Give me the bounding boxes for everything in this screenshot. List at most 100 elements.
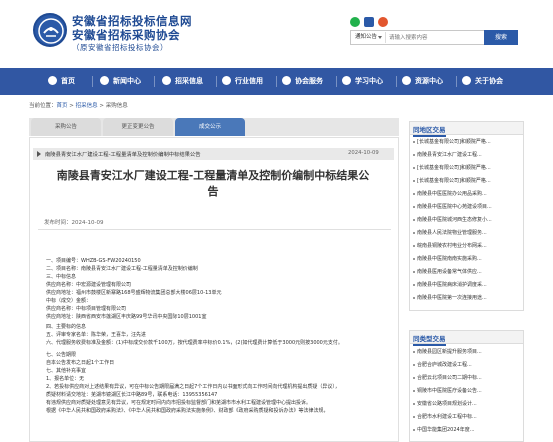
body-line: 供应商地址：福州市鼓楼区新寨路168号盛辉物流集团总部大楼06层10-13单元 bbox=[46, 290, 222, 296]
divider bbox=[38, 229, 391, 230]
body-line: 一、项目编号：WHZB-GS-FW20240150 bbox=[46, 258, 141, 264]
nav-divider bbox=[276, 76, 277, 87]
sidebar-link[interactable]: 铜陵市中医院医疗设备公告... bbox=[413, 387, 521, 394]
nav-divider bbox=[216, 76, 217, 87]
study-icon bbox=[342, 75, 351, 85]
tab-procurement-notice[interactable]: 采购公告 bbox=[31, 118, 101, 136]
sidebar-link[interactable]: [长城基金有限公司]和顺院严格... bbox=[413, 164, 521, 171]
sidebar-link[interactable]: 南陵县中医院城河西生态修复小... bbox=[413, 216, 521, 223]
nav-item-credit[interactable]: 行业信用 bbox=[222, 68, 263, 95]
nav-item-home[interactable]: 首页 bbox=[48, 68, 75, 95]
nav-label: 首页 bbox=[61, 77, 75, 85]
nav-label: 行业信用 bbox=[235, 77, 263, 85]
sidebar-link[interactable]: 安徽省公路项目规划设计... bbox=[413, 400, 521, 407]
home-icon bbox=[48, 75, 57, 85]
body-line: 有违规供应商对质疑处理意见有异议，可在规定时间内向市招投标监督部门和芜湖市市水利… bbox=[46, 400, 312, 406]
body-line: 二、项目名称：南陵县青安江水厂建设工程-工程量清单及控制价编制 bbox=[46, 266, 198, 272]
sidebar-link[interactable]: 皖南县铜陵农村电业分布网采... bbox=[413, 242, 521, 249]
breadcrumb-home-link[interactable]: 首页 bbox=[57, 103, 68, 109]
sidebar-link[interactable]: 南陵县人民法院物业管理服务... bbox=[413, 229, 521, 236]
article-title-line1: 南陵县青安江水厂建设工程-工程量清单及控制价编制中标结果公 bbox=[56, 169, 370, 182]
sidebar-link[interactable]: 南陵县中医院第一次连接用途... bbox=[413, 294, 521, 301]
tab-deal-publicity[interactable]: 成交公示 bbox=[175, 118, 245, 136]
body-line: 2、若投标供应商对上述结果有异议，可在中标公告期限届满之日起7个工作日内以书面形… bbox=[46, 384, 340, 390]
nav-divider bbox=[336, 76, 337, 87]
nav-item-resource[interactable]: 资源中心 bbox=[402, 68, 443, 95]
sidebar-link[interactable]: 南陵县中医院病床消护调度采... bbox=[413, 281, 521, 288]
mobile-icon[interactable] bbox=[364, 17, 374, 27]
body-line: 供应商地址：陕西省西安市莲湖区丰庆路99号华讯中央国际10层1001室 bbox=[46, 314, 207, 320]
sidebar-link[interactable]: 南陵县医用设备常气体供应... bbox=[413, 268, 521, 275]
sidebar-link[interactable]: [长城基金有限公司]和顺院严格... bbox=[413, 177, 521, 184]
triangle-right-icon bbox=[37, 151, 41, 157]
wechat-icon[interactable] bbox=[350, 17, 360, 27]
nav-divider bbox=[92, 76, 93, 87]
publish-date: 发布时间：2024-10-09 bbox=[44, 220, 104, 226]
body-line: 1、报名单位：无 bbox=[46, 376, 85, 382]
same-type-header: 同类型交易 bbox=[409, 330, 524, 346]
search-button[interactable]: 搜索 bbox=[484, 30, 518, 45]
association-logo[interactable] bbox=[33, 13, 67, 47]
sidebar-link[interactable]: 合肥合庐城改建设工程... bbox=[413, 361, 521, 368]
body-line: 四、主要标的信息 bbox=[46, 324, 87, 330]
breadcrumb-current: 采购信息 bbox=[105, 103, 128, 109]
breadcrumb-separator: > bbox=[97, 103, 106, 109]
nav-item-news[interactable]: 新闻中心 bbox=[100, 68, 141, 95]
sidebar-link[interactable]: 南陵县中医医院中心苑建设项目... bbox=[413, 203, 521, 210]
nav-item-procurement[interactable]: 招采信息 bbox=[162, 68, 203, 95]
same-type-title: 同类型交易 bbox=[413, 333, 446, 346]
nav-item-study[interactable]: 学习中心 bbox=[342, 68, 383, 95]
nav-label: 新闻中心 bbox=[113, 77, 141, 85]
breadcrumb: 当前位置：首页 > 招采信息 > 采购信息 bbox=[29, 101, 128, 109]
main-nav: 首页 新闻中心 招采信息 行业信用 协会服务 学习中心 资源中心 关于协会 bbox=[0, 68, 553, 95]
current-notice-date: 2024-10-09 bbox=[348, 150, 379, 156]
nav-label: 协会服务 bbox=[295, 77, 323, 85]
nav-label: 资源中心 bbox=[415, 77, 443, 85]
search-scope-select[interactable]: 通知公告 bbox=[352, 32, 386, 43]
nav-label: 关于协会 bbox=[475, 77, 503, 85]
sidebar-link[interactable]: 南陵县中医院南南实施采购... bbox=[413, 255, 521, 262]
tab-correction-notice[interactable]: 更正变更公告 bbox=[103, 118, 173, 136]
weibo-icon[interactable] bbox=[378, 17, 388, 27]
nav-item-service[interactable]: 协会服务 bbox=[282, 68, 323, 95]
service-icon bbox=[282, 75, 291, 85]
sidebar-link[interactable]: 南陵县青安江水厂建设工程... bbox=[413, 151, 521, 158]
sidebar-link[interactable]: 合肥市水利建设工程中标... bbox=[413, 413, 521, 420]
sidebar-link[interactable]: 南陵县园区新提升服务项目... bbox=[413, 348, 521, 355]
body-line: 三、中标信息 bbox=[46, 274, 77, 280]
info-icon bbox=[162, 75, 171, 85]
body-line: 六、代理服务收费标准及金额：(1)中标成交价款千100万，按代理费率中标价0.1… bbox=[46, 340, 343, 346]
breadcrumb-separator: > bbox=[67, 103, 76, 109]
body-line: 七、其他补充事宜 bbox=[46, 368, 87, 374]
current-notice-title[interactable]: 南陵县青安江水厂建设工程-工程量清单及控制价编制中标结果公告 bbox=[45, 150, 201, 158]
site-title-line2: 安徽省招标采购协会 bbox=[72, 28, 180, 42]
nav-divider bbox=[456, 76, 457, 87]
body-line: 自本公告发布之日起1个工作日 bbox=[46, 360, 115, 366]
about-icon bbox=[462, 75, 471, 85]
breadcrumb-procurement-link[interactable]: 招采信息 bbox=[76, 103, 98, 109]
credit-icon bbox=[222, 75, 231, 85]
sidebar-link[interactable]: 合肥云北项目公司二期中标... bbox=[413, 374, 521, 381]
sidebar-link[interactable]: 南陵县中医医院办公用品采购... bbox=[413, 190, 521, 197]
nav-label: 招采信息 bbox=[175, 77, 203, 85]
nav-item-about[interactable]: 关于协会 bbox=[462, 68, 503, 95]
sidebar-link[interactable]: 中国华能集团2024年度... bbox=[413, 426, 521, 433]
search-input[interactable] bbox=[389, 32, 479, 43]
nav-divider bbox=[154, 76, 155, 87]
same-region-header: 同地区交易 bbox=[409, 121, 524, 137]
body-line: 供应商名称：中宏源建设管理有限公司 bbox=[46, 282, 132, 288]
body-line: 七、公告期限 bbox=[46, 352, 77, 358]
site-header: 安徽省招标投标信息网 安徽省招标采购协会 （原安徽省招标投标协会） 通知公告 搜… bbox=[0, 0, 553, 68]
breadcrumb-prefix: 当前位置： bbox=[29, 103, 57, 109]
article-title: 南陵县青安江水厂建设工程-工程量清单及控制价编制中标结果公 告 bbox=[38, 168, 388, 200]
nav-label: 学习中心 bbox=[355, 77, 383, 85]
nav-divider bbox=[396, 76, 397, 87]
sidebar-link[interactable]: [长城基金有限公司]和顺院严格... bbox=[413, 138, 521, 145]
search-scope-value: 通知公告 bbox=[355, 34, 378, 40]
same-region-title: 同地区交易 bbox=[413, 124, 446, 137]
article-title-line2: 告 bbox=[207, 185, 219, 198]
chevron-down-icon bbox=[378, 36, 382, 39]
resource-icon bbox=[402, 75, 411, 85]
news-icon bbox=[100, 75, 109, 85]
body-line: 中标（成交）金额： bbox=[46, 298, 92, 304]
